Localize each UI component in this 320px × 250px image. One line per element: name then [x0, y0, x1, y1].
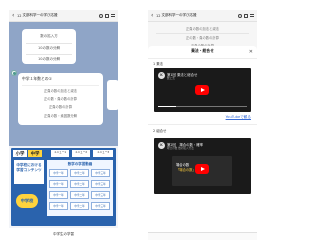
menu-banner: 小学 中学 メニュー1 メニュー2 メニュー3 中学校における 学習コンテンツ … [11, 148, 116, 226]
chat-header: ‹ 12 文部科学一の学び応援 [9, 10, 118, 22]
video-player[interactable]: K 第2回 場合の数・確率 場合の数 数の拡入方法 場合の数 「場合の数」とは [154, 138, 251, 194]
grid-cell[interactable]: 中学二年 [70, 191, 89, 199]
grid-cell[interactable]: 中学二年 [70, 180, 89, 188]
video-grid: 数学の学習動画 中学一年 中学二年 中学三年 中学一年 中学二年 中学三年 中学… [47, 160, 113, 216]
left-phone-screen: ‹ 12 文部科学一の学び応援 数の拡入方 10の数の分解 10の数の分解 中学… [9, 10, 118, 240]
link-item[interactable]: 10の数の分解 [22, 46, 76, 51]
grid-cell[interactable]: 中学一年 [49, 191, 68, 199]
link-item[interactable]: 正負の数の計算 [18, 104, 103, 109]
menu-icon[interactable] [250, 14, 254, 17]
grid-cell[interactable]: 中学一年 [49, 180, 68, 188]
video-progress-track[interactable] [158, 106, 247, 107]
next-bubble-peek[interactable] [107, 80, 118, 110]
channel-avatar: K [158, 142, 165, 149]
note-icon[interactable] [105, 13, 109, 18]
section-label: 1 乗法 [153, 62, 164, 66]
message-bubble: 数の拡入方 10の数の分解 10の数の分解 [22, 29, 76, 64]
grid-cell[interactable]: 中学一年 [49, 169, 68, 177]
sheet-title: 乗法・総合せ [191, 48, 214, 53]
link-item[interactable]: 正負の数の加法と減法 [18, 88, 103, 93]
grid-cell[interactable]: 中学三年 [91, 169, 110, 177]
chat-title: 文部科学一の学び応援 [22, 13, 58, 17]
section-label: 2 組合せ [153, 129, 167, 133]
message-bubble: 中学１年数との① 正負の数の加法と減法 正の数・負の数の計算 正負の数の計算 正… [18, 73, 103, 125]
video-subtitle: 場合の数 数の拡入方法 [167, 147, 194, 150]
grid-cell[interactable]: 中学二年 [70, 169, 89, 177]
grid-cell[interactable]: 中学一年 [49, 202, 68, 210]
bottom-bar [148, 232, 257, 240]
chat-title: 文部科学一の学び応援 [161, 13, 197, 17]
grid-cell[interactable]: 中学三年 [91, 180, 110, 188]
rich-menu: 小学 中学 メニュー1 メニュー2 メニュー3 中学校における 学習コンテンツ … [9, 146, 118, 240]
content-box-line: 学習コンテンツ [16, 168, 42, 172]
grid-cell[interactable]: 中学二年 [70, 202, 89, 210]
right-phone-screen: ‹ 12 文部科学一の学び応援 正負の数の加法と減法 正の数・負の数の計算 正負… [148, 10, 257, 240]
tab-junior-high[interactable]: 中学 [28, 150, 42, 157]
unread-count: 12 [156, 13, 161, 18]
bot-avatar[interactable] [11, 70, 17, 76]
tab-menu3[interactable]: メニュー3 [93, 150, 113, 157]
note-icon[interactable] [244, 13, 248, 18]
video-grid-caption: 数学の学習動画 [67, 162, 93, 166]
junior-high-badge[interactable]: 中学校 [16, 194, 38, 208]
channel-avatar: K [158, 72, 165, 79]
tab-elementary[interactable]: 小学 [13, 150, 27, 157]
link-item: 正の数・負の数の計算 [186, 36, 219, 40]
content-box[interactable]: 中学校における 学習コンテンツ [14, 160, 44, 184]
chat-header: ‹ 12 文部科学一の学び応援 [148, 10, 257, 22]
tab-menu2[interactable]: メニュー2 [72, 150, 90, 157]
divider [156, 33, 249, 34]
video-sheet: 乗法・総合せ ✕ 1 乗法 K 第1回 乗法と総合せ 数と式 YouTubeで観… [148, 46, 257, 240]
tab-menu1[interactable]: メニュー1 [51, 150, 69, 157]
divider [26, 43, 72, 44]
video-progress-fill [158, 106, 176, 107]
bubble-title: 中学１年数との① [22, 76, 52, 81]
divider [26, 54, 72, 55]
youtube-link[interactable]: YouTubeで観る [226, 115, 251, 120]
link-item[interactable]: 正の数・負の数の計算 [18, 96, 103, 101]
search-icon[interactable] [99, 13, 103, 18]
video-player[interactable]: K 第1回 乗法と総合せ 数と式 [154, 68, 251, 112]
unread-count: 12 [17, 13, 22, 18]
link-item[interactable]: 数の拡入方 [22, 34, 76, 39]
menu-footer[interactable]: 中学生の学習 [9, 228, 118, 240]
play-icon[interactable] [195, 85, 209, 95]
link-item: 正負の数の加法と減法 [186, 27, 219, 31]
menu-icon[interactable] [111, 14, 115, 17]
grid-cell[interactable]: 中学三年 [91, 202, 110, 210]
link-item[interactable]: 10の数の分解 [22, 57, 76, 62]
play-icon[interactable] [195, 164, 209, 174]
grid-cell[interactable]: 中学三年 [91, 191, 110, 199]
divider [148, 58, 257, 59]
divider [22, 85, 99, 86]
divider [148, 124, 257, 125]
link-item[interactable]: 正負の数・素因数分解 [18, 113, 103, 118]
search-icon[interactable] [238, 13, 242, 18]
video-subtitle: 数と式 [167, 77, 175, 80]
close-icon[interactable]: ✕ [249, 49, 253, 55]
